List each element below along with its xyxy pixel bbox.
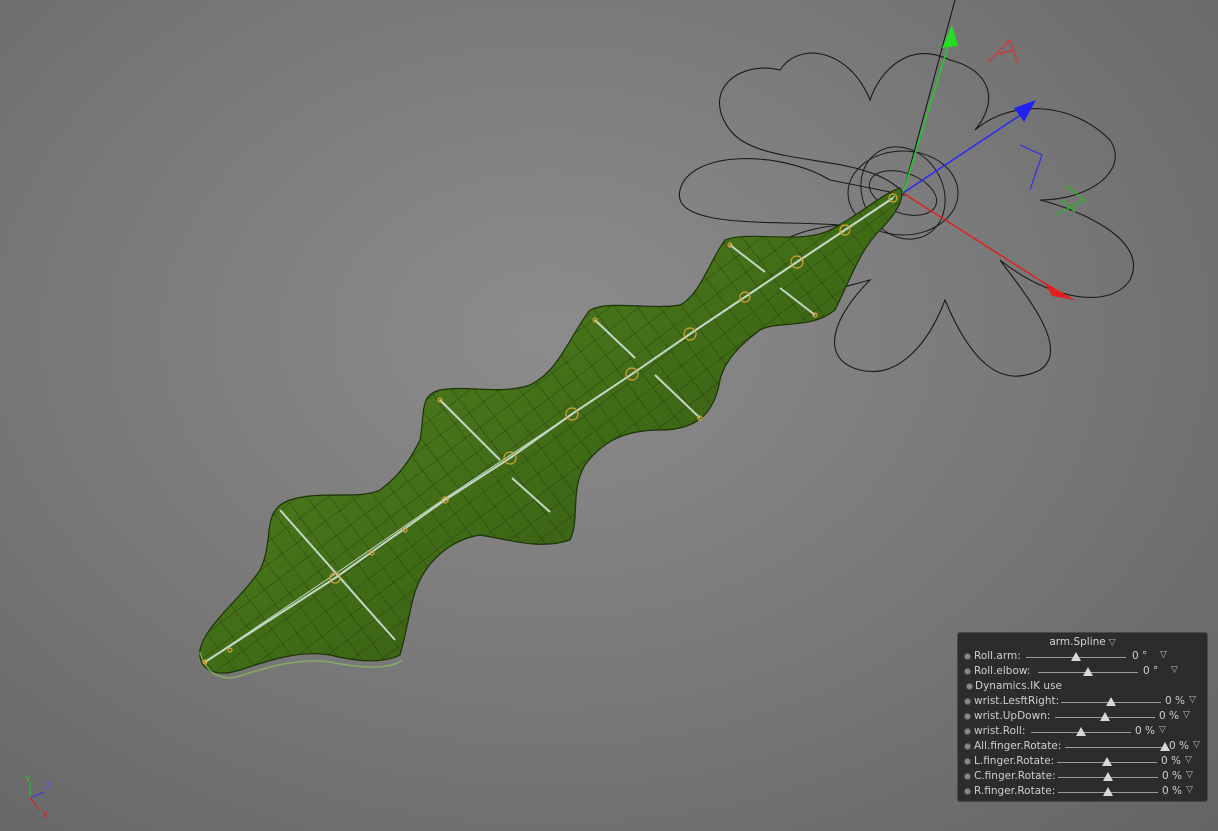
animate-dot-icon[interactable] bbox=[964, 788, 971, 795]
axis-z-label: Z bbox=[45, 782, 51, 792]
chevron-down-icon[interactable]: ▽ bbox=[1171, 665, 1178, 675]
param-label: Roll.elbow: bbox=[974, 665, 1031, 677]
param-slider-thumb[interactable] bbox=[1103, 787, 1113, 796]
param-slider-thumb[interactable] bbox=[1083, 667, 1093, 676]
animate-dot-icon[interactable] bbox=[964, 713, 971, 720]
axis-x-label: X bbox=[42, 811, 48, 820]
chevron-down-icon[interactable]: ▽ bbox=[1183, 710, 1190, 720]
param-row-roll-elbow[interactable]: Roll.elbow: 0 ° ▽ bbox=[958, 665, 1207, 680]
param-label: All.finger.Rotate: bbox=[974, 740, 1062, 752]
param-row-wrist-updown[interactable]: wrist.UpDown: 0 % ▽ bbox=[958, 710, 1207, 725]
param-slider-thumb[interactable] bbox=[1071, 652, 1081, 661]
animate-dot-icon[interactable] bbox=[964, 653, 971, 660]
animate-dot-icon[interactable] bbox=[964, 728, 971, 735]
param-value[interactable]: 0 % bbox=[1165, 695, 1185, 707]
param-slider-thumb[interactable] bbox=[1076, 727, 1086, 736]
axis-y-label: Y bbox=[24, 775, 31, 785]
animate-dot-icon[interactable] bbox=[964, 668, 971, 675]
animate-dot-icon[interactable] bbox=[964, 698, 971, 705]
param-value[interactable]: 0 ° bbox=[1143, 665, 1158, 677]
param-slider-thumb[interactable] bbox=[1102, 757, 1112, 766]
param-slider-thumb[interactable] bbox=[1106, 697, 1116, 706]
param-value[interactable]: 0 % bbox=[1162, 785, 1182, 797]
chevron-down-icon[interactable]: ▽ bbox=[1193, 740, 1200, 750]
param-row-r-finger-rotate[interactable]: R.finger.Rotate: 0 % ▽ bbox=[958, 785, 1207, 800]
param-label: Dynamics.IK use bbox=[975, 680, 1063, 692]
param-row-l-finger-rotate[interactable]: L.finger.Rotate: 0 % ▽ bbox=[958, 755, 1207, 770]
chevron-down-icon[interactable]: ▽ bbox=[1186, 785, 1193, 795]
param-label: L.finger.Rotate: bbox=[974, 755, 1055, 767]
param-value[interactable]: 0 % bbox=[1169, 740, 1189, 752]
axis-orientation-gizmo: Y Z X bbox=[24, 775, 51, 820]
param-label: wrist.LesftRight: bbox=[974, 695, 1060, 707]
param-row-roll-arm[interactable]: Roll.arm: 0 ° ▽ bbox=[958, 650, 1207, 665]
chevron-down-icon[interactable]: ▽ bbox=[1185, 755, 1192, 765]
param-label: R.finger.Rotate: bbox=[974, 785, 1056, 797]
param-label: wrist.Roll: bbox=[974, 725, 1026, 737]
param-row-dynamics-ik[interactable]: Dynamics.IK use bbox=[958, 680, 1207, 695]
chevron-down-icon[interactable]: ▽ bbox=[1109, 638, 1116, 648]
animate-dot-icon[interactable] bbox=[964, 743, 971, 750]
param-row-wrist-roll[interactable]: wrist.Roll: 0 % ▽ bbox=[958, 725, 1207, 740]
param-row-c-finger-rotate[interactable]: C.finger.Rotate: 0 % ▽ bbox=[958, 770, 1207, 785]
chevron-down-icon[interactable]: ▽ bbox=[1160, 650, 1167, 660]
bone-chain[interactable] bbox=[204, 195, 896, 663]
param-value[interactable]: 0 ° bbox=[1132, 650, 1147, 662]
chevron-down-icon[interactable]: ▽ bbox=[1189, 695, 1196, 705]
param-label: C.finger.Rotate: bbox=[974, 770, 1056, 782]
animate-dot-icon[interactable] bbox=[964, 758, 971, 765]
param-value[interactable]: 0 % bbox=[1162, 770, 1182, 782]
chevron-down-icon[interactable]: ▽ bbox=[1159, 725, 1166, 735]
param-value[interactable]: 0 % bbox=[1161, 755, 1181, 767]
param-slider-thumb[interactable] bbox=[1103, 772, 1113, 781]
param-row-wrist-leftright[interactable]: wrist.LesftRight: 0 % ▽ bbox=[958, 695, 1207, 710]
param-value[interactable]: 0 % bbox=[1159, 710, 1179, 722]
param-slider-thumb[interactable] bbox=[1100, 712, 1110, 721]
param-value[interactable]: 0 % bbox=[1135, 725, 1155, 737]
param-row-all-finger-rotate[interactable]: All.finger.Rotate: 0 % ▽ bbox=[958, 740, 1207, 755]
arm-spline-panel: arm.Spline ▽ Roll.arm: 0 ° ▽ Roll.elbow: … bbox=[957, 632, 1208, 802]
chevron-down-icon[interactable]: ▽ bbox=[1186, 770, 1193, 780]
param-label: wrist.UpDown: bbox=[974, 710, 1051, 722]
param-slider-track[interactable] bbox=[1065, 747, 1165, 748]
panel-title[interactable]: arm.Spline ▽ bbox=[958, 636, 1207, 648]
param-label: Roll.arm: bbox=[974, 650, 1021, 662]
animate-dot-icon[interactable] bbox=[964, 773, 971, 780]
checkbox-dot-icon[interactable] bbox=[966, 683, 973, 690]
panel-title-label: arm.Spline bbox=[1049, 636, 1106, 648]
